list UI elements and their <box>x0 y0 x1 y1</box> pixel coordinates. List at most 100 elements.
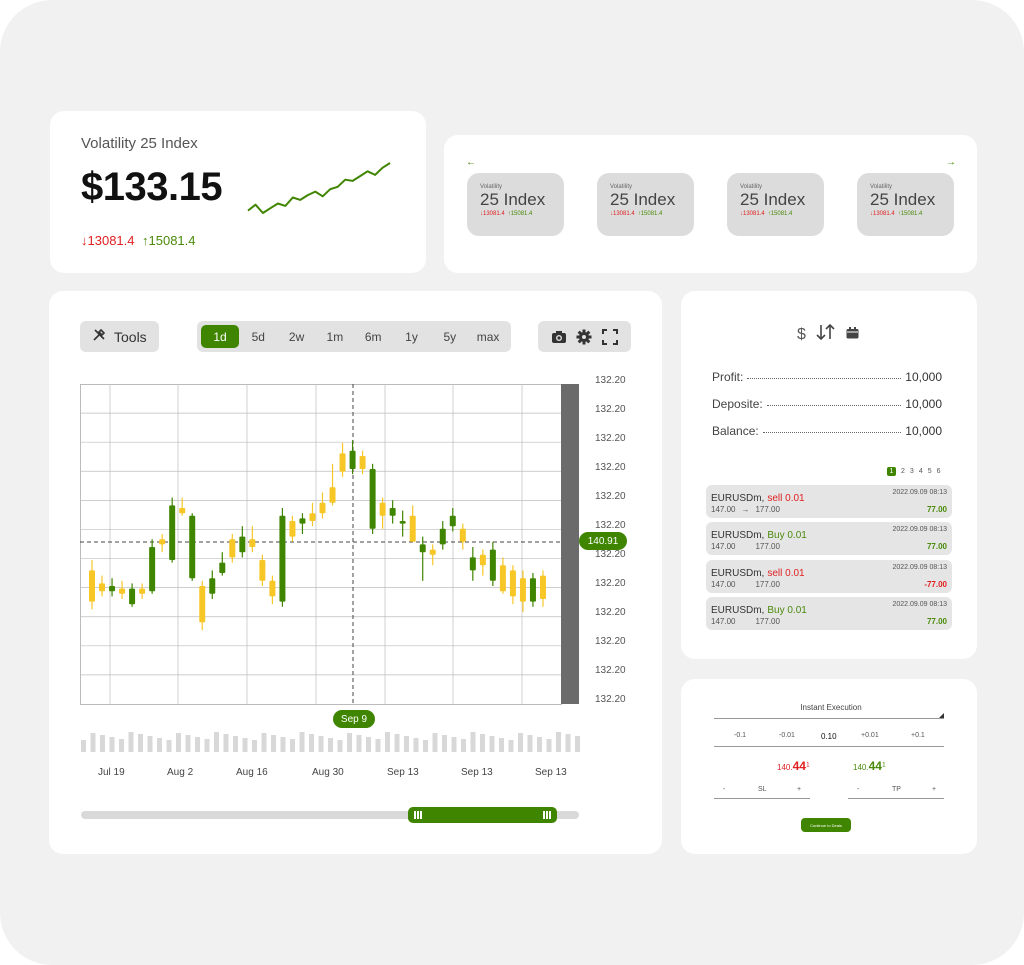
dollar-icon[interactable]: $ <box>797 326 806 344</box>
candle-body[interactable] <box>389 508 396 516</box>
candle-body[interactable] <box>249 539 256 547</box>
volume-bar <box>432 733 438 752</box>
range-5y-button[interactable]: 5y <box>431 325 469 348</box>
sl-field[interactable] <box>714 798 810 799</box>
page-2-button[interactable]: 2 <box>901 468 905 475</box>
candle-body[interactable] <box>349 450 356 469</box>
candle-body[interactable] <box>189 515 196 579</box>
candle-body[interactable] <box>449 515 456 527</box>
trade-row[interactable]: EURUSDm, Buy 0.01 2022.09.09 08:13 147.00 17… <box>706 522 952 556</box>
candle-body[interactable] <box>469 557 476 571</box>
trade-row[interactable]: EURUSDm, sell 0.01 2022.09.09 08:13 147.00 1… <box>706 559 952 593</box>
candle-body[interactable] <box>99 583 106 592</box>
candle-body[interactable] <box>259 560 266 581</box>
candle-body[interactable] <box>329 487 336 503</box>
range-5d-button[interactable]: 5d <box>239 325 277 348</box>
fullscreen-icon[interactable] <box>602 328 619 345</box>
range-1d-button[interactable]: 1d <box>201 325 239 348</box>
grip-left-icon[interactable] <box>414 811 422 819</box>
trade-row[interactable]: EURUSDm, sell 0.01 2022.09.09 08:13 147.00 →… <box>706 485 952 518</box>
step-option[interactable]: -0.1 <box>734 732 746 739</box>
sort-arrows-icon[interactable] <box>816 323 836 345</box>
candle-body[interactable] <box>409 515 416 542</box>
sell-price[interactable]: 140.441 <box>777 759 810 773</box>
tp-minus-button[interactable]: - <box>857 786 859 793</box>
sl-minus-button[interactable]: - <box>723 786 725 793</box>
gear-icon[interactable] <box>576 329 592 345</box>
candle-body[interactable] <box>229 539 236 558</box>
calendar-icon[interactable] <box>846 326 859 344</box>
candle-body[interactable] <box>209 578 216 594</box>
candle-body[interactable] <box>179 508 186 514</box>
candle-body[interactable] <box>199 586 206 623</box>
candle-body[interactable] <box>109 586 116 592</box>
dropdown-icon[interactable] <box>939 713 944 718</box>
page-3-button[interactable]: 3 <box>910 468 914 475</box>
candle-body[interactable] <box>89 570 95 602</box>
step-option[interactable]: +0.01 <box>861 732 879 739</box>
candle-body[interactable] <box>519 578 526 602</box>
candle-body[interactable] <box>429 549 436 555</box>
candle-body[interactable] <box>139 588 146 594</box>
candle-body[interactable] <box>369 469 376 529</box>
tp-plus-button[interactable]: + <box>932 786 936 793</box>
tools-button[interactable]: Tools <box>80 321 159 352</box>
candle-body[interactable] <box>129 588 136 605</box>
candle-body[interactable] <box>529 578 536 602</box>
candle-body[interactable] <box>279 515 286 602</box>
range-max-button[interactable]: max <box>469 325 507 348</box>
volume-select[interactable] <box>714 718 944 719</box>
grip-right-icon[interactable] <box>543 811 551 819</box>
candle-body[interactable] <box>459 528 466 542</box>
continue-button[interactable]: Continue to Deals <box>801 818 851 832</box>
candle-body[interactable] <box>499 565 506 592</box>
index-card[interactable]: Volatility 25 Index ↓13081.4 ↑15081.4 <box>727 173 824 236</box>
range-1y-button[interactable]: 1y <box>393 325 431 348</box>
range-2w-button[interactable]: 2w <box>278 325 316 348</box>
arrow-left-icon[interactable]: ← <box>466 157 476 168</box>
candle-body[interactable] <box>269 580 276 597</box>
candle-body[interactable] <box>339 453 346 472</box>
candle-body[interactable] <box>119 588 126 594</box>
candle-body[interactable] <box>379 502 386 516</box>
candle-body[interactable] <box>419 544 426 553</box>
page-5-button[interactable]: 5 <box>928 468 932 475</box>
candle-body[interactable] <box>489 549 496 581</box>
buy-price[interactable]: 140.441 <box>853 759 886 773</box>
index-card[interactable]: Volatility 25 Index ↓13081.4 ↑15081.4 <box>857 173 954 236</box>
candle-body[interactable] <box>239 536 246 553</box>
candle-body[interactable] <box>439 528 446 545</box>
candle-body[interactable] <box>159 539 166 545</box>
price-scale-bar[interactable] <box>561 384 579 704</box>
index-card[interactable]: Volatility 25 Index ↓13081.4 ↑15081.4 <box>467 173 564 236</box>
candle-body[interactable] <box>399 521 406 524</box>
range-6m-button[interactable]: 6m <box>354 325 392 348</box>
step-option[interactable]: -0.01 <box>779 732 795 739</box>
sl-plus-button[interactable]: + <box>797 786 801 793</box>
ticker-card[interactable]: Volatility 25 Index $133.15 ↓13081.4 ↑15… <box>50 111 426 273</box>
candle-body[interactable] <box>169 505 176 560</box>
time-scroll-thumb[interactable] <box>408 807 557 823</box>
tp-field[interactable] <box>848 798 944 799</box>
step-option[interactable]: 0.10 <box>821 732 837 741</box>
candle-body[interactable] <box>509 570 516 597</box>
candle-body[interactable] <box>359 456 366 469</box>
step-option[interactable]: +0.1 <box>911 732 925 739</box>
index-card[interactable]: Volatility 25 Index ↓13081.4 ↑15081.4 <box>597 173 694 236</box>
page-4-button[interactable]: 4 <box>919 468 923 475</box>
candle-body[interactable] <box>309 513 316 521</box>
camera-icon[interactable] <box>551 330 567 344</box>
candle-body[interactable] <box>299 518 306 524</box>
candlestick-chart[interactable] <box>80 384 580 824</box>
arrow-right-icon[interactable]: → <box>946 157 956 168</box>
candle-body[interactable] <box>539 575 546 599</box>
candle-body[interactable] <box>319 502 326 514</box>
candle-body[interactable] <box>479 554 486 566</box>
candle-body[interactable] <box>289 521 296 537</box>
page-1-button[interactable]: 1 <box>887 467 896 476</box>
candle-body[interactable] <box>219 562 226 573</box>
range-1m-button[interactable]: 1m <box>316 325 354 348</box>
candle-body[interactable] <box>149 547 156 592</box>
trade-row[interactable]: EURUSDm, Buy 0.01 2022.09.09 08:13 147.00 17… <box>706 596 952 630</box>
page-6-button[interactable]: 6 <box>937 468 941 475</box>
